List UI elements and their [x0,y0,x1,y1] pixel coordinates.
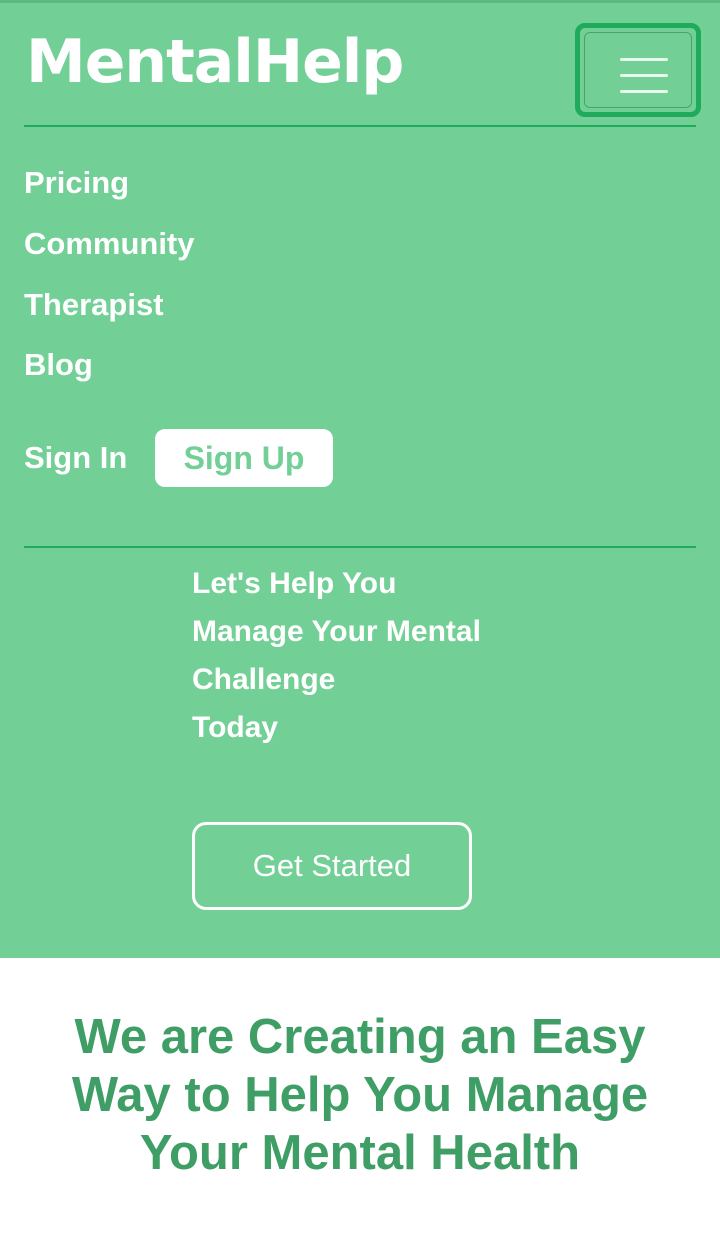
nav-link-community[interactable]: Community [24,224,195,264]
tagline-line: Way to Help You Manage [71,1068,649,1122]
hero-headline-line: Let's Help You [192,567,397,600]
header-divider [24,125,696,127]
hero-headline-line: Today [192,711,279,744]
hamburger-bar [620,90,668,93]
hamburger-bar [620,74,668,77]
tagline-line: Your Mental Health [139,1126,581,1180]
hero-headline: Let's Help You Manage Your Mental Challe… [192,560,592,752]
sign-up-button[interactable]: Sign Up [155,429,333,487]
nav-link-pricing[interactable]: Pricing [24,163,129,203]
hamburger-bar [620,58,668,61]
menu-toggle-focus-ring [584,32,692,108]
site-logo[interactable]: MentalHelp [26,22,404,102]
tagline-line: We are Creating an Easy [74,1010,646,1064]
hero-section: MentalHelp Pricing Community Therapist B… [0,0,720,958]
nav-link-therapist[interactable]: Therapist [24,285,164,325]
hero-headline-line: Manage Your Mental [192,615,481,648]
nav-divider [24,546,696,548]
menu-toggle-button[interactable] [575,23,701,117]
hero-headline-line: Challenge [192,663,336,696]
section-tagline: We are Creating an Easy Way to Help You … [0,1008,720,1182]
sign-in-link[interactable]: Sign In [24,437,127,479]
nav-link-blog[interactable]: Blog [24,345,93,385]
get-started-button[interactable]: Get Started [192,822,472,910]
